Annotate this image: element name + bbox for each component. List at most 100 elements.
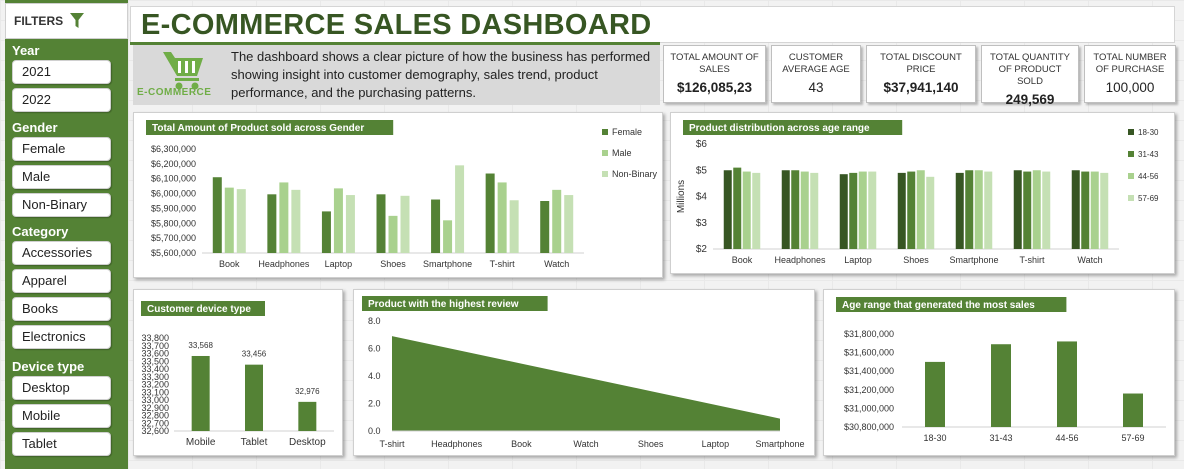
- bar-31-43: [791, 170, 800, 249]
- slicer-device-desktop[interactable]: Desktop: [12, 376, 111, 400]
- slicer-gender-non-binary[interactable]: Non-Binary: [12, 193, 111, 217]
- slicer-device-mobile[interactable]: Mobile: [12, 404, 111, 428]
- bar: [298, 401, 317, 431]
- y-axis-label: Millions: [676, 180, 687, 213]
- bar-non-binary: [455, 165, 465, 253]
- bar-non-binary: [509, 200, 519, 253]
- bar: [245, 364, 263, 431]
- bar-31-43: [1081, 171, 1090, 249]
- x-tick-label: 57-69: [1121, 433, 1144, 443]
- y-tick-label: $6,200,000: [151, 159, 196, 169]
- slicer-year-2022[interactable]: 2022: [12, 88, 111, 112]
- dashboard-title-bar: E-COMMERCE SALES DASHBOARD: [130, 6, 1175, 43]
- y-tick-label: $6,000,000: [151, 189, 196, 199]
- bar-44-56: [742, 171, 751, 249]
- kpi-total-quantity: TOTAL QUANTITY OF PRODUCT SOLD 249,569: [981, 45, 1079, 107]
- slicer-gender-female[interactable]: Female: [12, 137, 111, 161]
- chart-device-panel: Customer device type 32,600 32,700 32,800 32…: [133, 289, 343, 456]
- slicer-gender-male[interactable]: Male: [12, 165, 111, 189]
- slicer-category-electronics[interactable]: Electronics: [12, 325, 111, 349]
- logo-text: E-COMMERCE: [137, 87, 212, 98]
- x-tick-label: Shoes: [903, 255, 929, 265]
- filter-group-gender: Gender Female Male Non-Binary: [0, 120, 123, 217]
- y-tick-label: $5,600,000: [151, 248, 196, 258]
- chart-age-sales: Age range that generated the most sales $…: [836, 297, 1166, 443]
- kpi-label: TOTAL DISCOUNT PRICE: [880, 52, 962, 75]
- bar-male: [279, 182, 289, 253]
- bar-44-56: [1032, 170, 1041, 249]
- bar-18-30: [723, 170, 732, 249]
- bar-44-56: [800, 171, 809, 249]
- y-tick-label: 4.0: [368, 371, 381, 381]
- kpi-label: TOTAL AMOUNT OF SALES: [670, 52, 759, 75]
- filter-group-device: Device type Desktop Mobile Tablet: [0, 359, 123, 456]
- bar-57-69: [1042, 171, 1051, 249]
- slicer-category-apparel[interactable]: Apparel: [12, 269, 111, 293]
- slicer-category-accessories[interactable]: Accessories: [12, 241, 111, 265]
- filter-funnel-icon: [70, 13, 85, 28]
- legend-label: 31-43: [1138, 150, 1159, 159]
- kpi-label: TOTAL NUMBER OF PURCHASE: [1093, 52, 1167, 75]
- bar-male: [224, 187, 234, 253]
- filter-title-year: Year: [12, 43, 40, 58]
- slicer-device-tablet[interactable]: Tablet: [12, 432, 111, 456]
- legend-swatch: [1128, 129, 1134, 135]
- y-tick-label: $2: [696, 244, 708, 255]
- x-tick-label: Desktop: [289, 437, 326, 448]
- chart-title-chip: Customer device type: [141, 301, 265, 316]
- bar-31-43: [907, 171, 916, 249]
- x-tick-label: Mobile: [186, 437, 216, 448]
- x-tick-label: Smartphone: [423, 259, 472, 269]
- bar-female: [376, 194, 386, 253]
- kpi-total-purchases: TOTAL NUMBER OF PURCHASE 100,000: [1084, 45, 1176, 103]
- chart-title-chip: Product distribution across age range: [683, 120, 903, 135]
- chart-age-distribution-panel: Product distribution across age range $2 $…: [670, 112, 1175, 274]
- x-tick-label: 31-43: [989, 433, 1012, 443]
- bar: [991, 344, 1011, 427]
- slicer-category-books[interactable]: Books: [12, 297, 111, 321]
- y-tick-label: $6,300,000: [151, 144, 196, 154]
- chart-title: Product with the highest review: [368, 299, 519, 310]
- x-tick-label: Headphones: [258, 259, 310, 269]
- kpi-label: CUSTOMER AVERAGE AGE: [782, 52, 850, 75]
- filters-header: FILTERS: [5, 3, 128, 39]
- x-tick-label: Shoes: [380, 259, 406, 269]
- filters-label: FILTERS: [14, 14, 64, 28]
- bar-57-69: [984, 171, 993, 249]
- x-tick-label: Watch: [573, 439, 598, 449]
- slicer-year-2021[interactable]: 2021: [12, 60, 111, 84]
- x-tick-label: Watch: [544, 259, 569, 269]
- x-tick-label: Watch: [1077, 255, 1102, 265]
- legend-label: Male: [612, 148, 632, 158]
- bar-female: [431, 199, 441, 253]
- bar-18-30: [781, 170, 790, 249]
- filter-title-device: Device type: [12, 359, 85, 374]
- bar-male: [552, 189, 562, 253]
- legend-swatch: [602, 150, 608, 156]
- legend-swatch: [1128, 151, 1134, 157]
- chart-review: Product with the highest review 0.0 2.0 4.0…: [362, 296, 805, 449]
- description-panel: E-COMMERCE The dashboard shows a clear p…: [133, 45, 660, 105]
- x-tick-label: T-shirt: [490, 259, 515, 269]
- x-tick-label: T-shirt: [379, 439, 405, 449]
- bar-male: [443, 220, 453, 253]
- bar-female: [540, 201, 550, 253]
- y-tick-label: 2.0: [368, 399, 381, 409]
- legend-label: 18-30: [1138, 128, 1159, 137]
- bar-57-69: [752, 172, 761, 249]
- chart-title-chip: Total Amount of Product sold across Gend…: [146, 120, 394, 135]
- bar: [1123, 393, 1143, 427]
- review-area: [392, 336, 780, 431]
- y-tick-label: 0.0: [368, 426, 381, 436]
- legend-swatch: [1128, 173, 1134, 179]
- bar-18-30: [1013, 170, 1022, 249]
- bar-non-binary: [291, 189, 301, 253]
- page-title: E-COMMERCE SALES DASHBOARD: [141, 9, 652, 41]
- chart-title: Total Amount of Product sold across Gend…: [152, 123, 364, 134]
- bar-57-69: [810, 172, 819, 249]
- chart-age-sales-panel: Age range that generated the most sales $…: [823, 289, 1175, 456]
- legend-swatch: [602, 171, 608, 177]
- chart-title-chip: Age range that generated the most sales: [836, 297, 1067, 312]
- dashboard-description: The dashboard shows a clear picture of h…: [231, 49, 651, 100]
- bar: [925, 361, 945, 427]
